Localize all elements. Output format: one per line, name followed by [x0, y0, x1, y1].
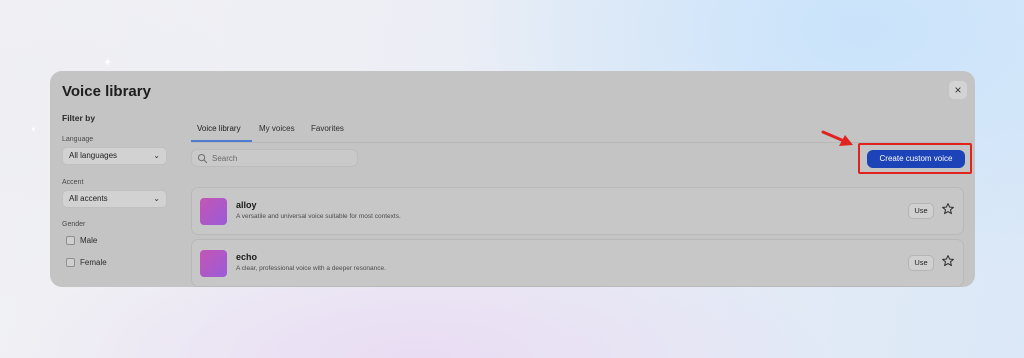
search-placeholder: Search [212, 154, 238, 163]
voice-name: alloy [236, 200, 257, 210]
gender-option-female[interactable]: Female [66, 256, 107, 268]
chevron-down-icon: ⌄ [153, 151, 160, 160]
female-checkbox[interactable] [66, 257, 75, 267]
gender-label: Gender [62, 221, 86, 228]
use-voice-button[interactable]: Use [908, 255, 934, 271]
sparkle-decoration: ✦ [30, 125, 37, 134]
tab-favorites[interactable]: Favorites [311, 124, 344, 133]
voice-library-dialog: Voice library × Filter by Language All l… [50, 71, 975, 287]
voice-avatar [200, 250, 227, 277]
voice-description: A versatile and universal voice suitable… [236, 213, 401, 220]
voice-card-echo[interactable]: echo A clear, professional voice with a … [191, 239, 964, 287]
highlight-box-annotation [858, 143, 972, 174]
language-select[interactable]: All languages ⌄ [62, 147, 167, 165]
accent-select-value: All accents [69, 194, 108, 203]
search-input[interactable]: Search [191, 149, 358, 167]
sparkle-decoration: ✦ [103, 57, 113, 69]
search-icon [197, 153, 208, 164]
accent-label: Accent [62, 179, 84, 186]
use-voice-button[interactable]: Use [908, 203, 934, 219]
language-select-value: All languages [69, 151, 118, 160]
star-icon[interactable] [941, 202, 955, 216]
voice-description: A clear, professional voice with a deepe… [236, 265, 386, 272]
gender-option-male[interactable]: Male [66, 234, 97, 246]
voice-card-alloy[interactable]: alloy A versatile and universal voice su… [191, 187, 964, 235]
voice-name: echo [236, 252, 258, 262]
filter-title: Filter by [62, 113, 96, 123]
filter-sidebar: Filter by Language All languages ⌄ Accen… [62, 113, 168, 283]
red-arrow-annotation [821, 130, 853, 146]
accent-select[interactable]: All accents ⌄ [62, 190, 167, 208]
tab-voice-library[interactable]: Voice library [197, 124, 241, 133]
dialog-title: Voice library [62, 83, 151, 100]
star-icon[interactable] [941, 254, 955, 268]
chevron-down-icon: ⌄ [153, 194, 160, 203]
language-label: Language [62, 136, 94, 143]
male-checkbox[interactable] [66, 235, 75, 245]
male-label: Male [80, 235, 98, 245]
voice-avatar [200, 198, 227, 225]
female-label: Female [80, 257, 107, 267]
close-button[interactable]: × [949, 81, 967, 99]
tab-my-voices[interactable]: My voices [259, 124, 295, 133]
